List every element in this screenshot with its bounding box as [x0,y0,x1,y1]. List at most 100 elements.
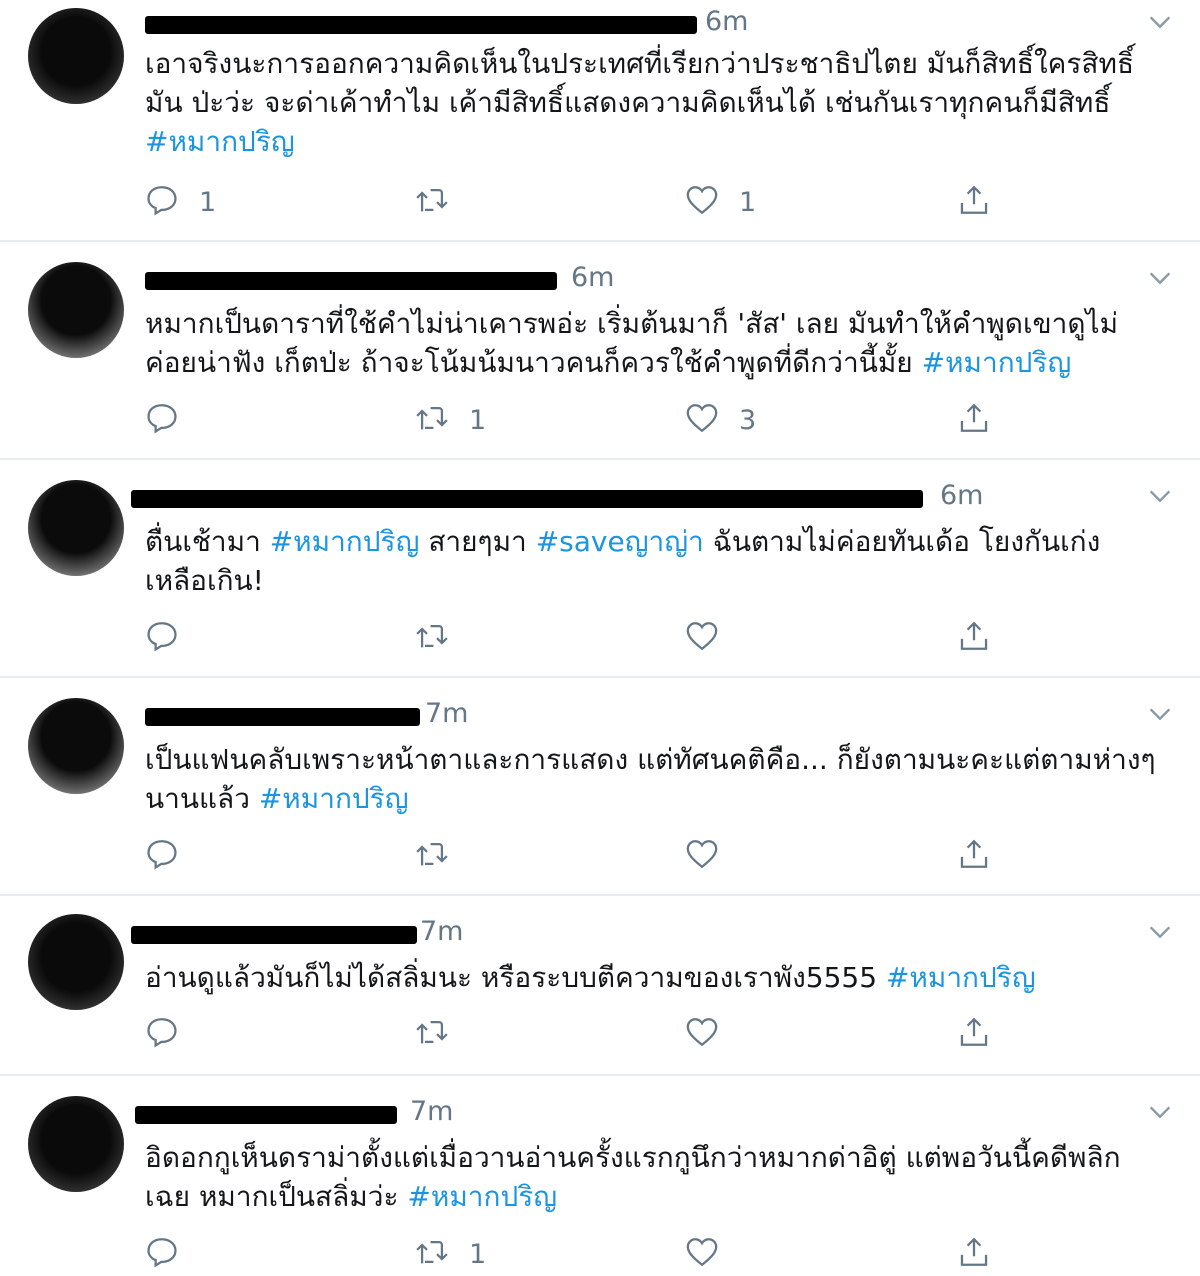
like-button[interactable] [685,1014,739,1054]
chevron-down-icon[interactable] [1146,264,1174,292]
reply-count: 1 [199,186,217,218]
action-bar [145,1014,1045,1054]
avatar[interactable] [28,698,124,794]
tweet-text: เอาจริงนะการออกความคิดเห็นในประเทศที่เรี… [145,44,1160,161]
action-bar [145,836,1045,876]
tweet-text: อิดอกกูเห็นดราม่าตั้งแต่เมื่อวานอ่านครั้… [145,1138,1160,1216]
avatar[interactable] [28,262,124,358]
reply-icon [145,837,179,875]
retweet-icon [415,619,449,657]
share-button[interactable] [957,1234,991,1274]
tweet-body-part: ตื่นเช้ามา [145,525,270,558]
retweet-icon [415,183,449,221]
action-bar: 1 [145,1234,1045,1274]
timestamp[interactable]: 6m [940,480,983,511]
like-button[interactable] [685,618,739,658]
tweet-body: อ่านดูแล้วมันก็ไม่ได้สลิ่มนะ หรือระบบตีค… [145,961,878,994]
retweet-icon [415,401,449,439]
tweet-body: เอาจริงนะการออกความคิดเห็นในประเทศที่เรี… [145,47,1135,119]
tweet[interactable]: 7m อิดอกกูเห็นดราม่าตั้งแต่เมื่อวานอ่านค… [0,1076,1200,1276]
retweet-button[interactable] [415,1014,469,1054]
share-button[interactable] [957,182,991,222]
share-button[interactable] [957,1014,991,1054]
heart-icon [685,837,719,875]
retweet-button[interactable]: 1 [415,1234,486,1274]
like-button[interactable] [685,1234,739,1274]
reply-button[interactable] [145,836,199,876]
heart-icon [685,183,719,221]
timestamp[interactable]: 6m [571,262,614,293]
share-button[interactable] [957,400,991,440]
share-upload-icon [957,619,991,657]
avatar[interactable] [28,914,124,1010]
redaction-bar [145,708,420,726]
timestamp[interactable]: 7m [420,916,463,947]
reply-button[interactable]: 1 [145,182,216,222]
tweet[interactable]: 6m เอาจริงนะการออกความคิดเห็นในประเทศที่… [0,0,1200,242]
like-count: 1 [739,186,757,218]
tweet[interactable]: 7m เป็นแฟนคลับเพราะหน้าตาและการแสดง แต่ท… [0,678,1200,896]
retweet-count: 1 [469,404,487,436]
tweet[interactable]: 6m หมากเป็นดาราที่ใช้คำไม่น่าเคารพอ่ะ เร… [0,242,1200,460]
share-upload-icon [957,1235,991,1273]
avatar[interactable] [28,480,124,576]
timestamp[interactable]: 7m [410,1096,453,1127]
chevron-down-icon[interactable] [1146,8,1174,36]
share-upload-icon [957,837,991,875]
retweet-icon [415,1015,449,1053]
heart-icon [685,401,719,439]
share-upload-icon [957,183,991,221]
action-bar: 1 1 [145,182,1045,222]
redaction-bar [135,1106,397,1124]
hashtag-link[interactable]: #หมากปริญ [270,525,420,558]
reply-icon [145,401,179,439]
timestamp[interactable]: 6m [705,6,748,37]
chevron-down-icon[interactable] [1146,918,1174,946]
action-bar [145,618,1045,658]
hashtag-link[interactable]: #หมากปริญ [886,961,1036,994]
action-bar: 1 3 [145,400,1045,440]
heart-icon [685,1235,719,1273]
reply-icon [145,619,179,657]
chevron-down-icon[interactable] [1146,700,1174,728]
like-button[interactable] [685,836,739,876]
share-button[interactable] [957,618,991,658]
reply-button[interactable] [145,618,199,658]
chevron-down-icon[interactable] [1146,482,1174,510]
reply-icon [145,1015,179,1053]
hashtag-link[interactable]: #หมากปริญ [922,346,1072,379]
like-button[interactable]: 1 [685,182,756,222]
reply-button[interactable] [145,1014,199,1054]
tweet-text: เป็นแฟนคลับเพราะหน้าตาและการแสดง แต่ทัศน… [145,740,1160,818]
hashtag-link[interactable]: #saveญาญ่า [536,525,704,558]
like-count: 3 [739,404,757,436]
retweet-button[interactable] [415,182,469,222]
hashtag-link[interactable]: #หมากปริญ [259,782,409,815]
hashtag-link[interactable]: #หมากปริญ [145,125,295,158]
reply-icon [145,1235,179,1273]
tweet-text: หมากเป็นดาราที่ใช้คำไม่น่าเคารพอ่ะ เริ่ม… [145,304,1160,382]
share-button[interactable] [957,836,991,876]
retweet-button[interactable] [415,836,469,876]
redaction-bar [145,272,557,290]
tweet-body-part: สายๆมา [419,525,536,558]
timestamp[interactable]: 7m [425,698,468,729]
reply-icon [145,183,179,221]
redaction-bar [145,16,697,34]
hashtag-link[interactable]: #หมากปริญ [407,1180,557,1213]
reply-button[interactable] [145,400,199,440]
share-upload-icon [957,1015,991,1053]
tweet-body: อิดอกกูเห็นดราม่าตั้งแต่เมื่อวานอ่านครั้… [145,1141,1121,1213]
redaction-bar [131,926,417,944]
tweet[interactable]: 7m อ่านดูแล้วมันก็ไม่ได้สลิ่มนะ หรือระบบ… [0,896,1200,1076]
retweet-count: 1 [469,1238,487,1270]
retweet-button[interactable] [415,618,469,658]
like-button[interactable]: 3 [685,400,756,440]
tweet[interactable]: 6m ตื่นเช้ามา #หมากปริญ สายๆมา #saveญาญ่… [0,460,1200,678]
avatar[interactable] [28,8,124,104]
retweet-button[interactable]: 1 [415,400,486,440]
tweet-text: อ่านดูแล้วมันก็ไม่ได้สลิ่มนะ หรือระบบตีค… [145,958,1160,997]
reply-button[interactable] [145,1234,199,1274]
chevron-down-icon[interactable] [1146,1098,1174,1126]
avatar[interactable] [28,1096,124,1192]
